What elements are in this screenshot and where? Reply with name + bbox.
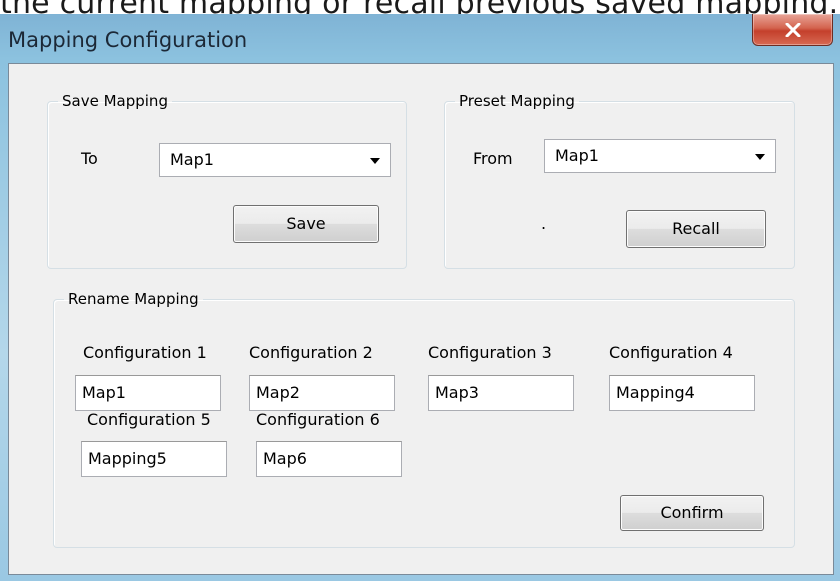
preset-from-selected-value: Map1 [555, 146, 599, 165]
chevron-down-icon [755, 154, 765, 160]
to-label: To [81, 149, 98, 168]
configuration-2-value: Map2 [256, 383, 300, 402]
configuration-4-value: Mapping4 [616, 383, 695, 402]
configuration-2-input[interactable]: Map2 [249, 375, 395, 411]
title-bar[interactable]: Mapping Configuration [0, 14, 840, 63]
close-button[interactable] [752, 14, 833, 46]
configuration-5-label: Configuration 5 [87, 410, 211, 429]
configuration-3-input[interactable]: Map3 [428, 375, 574, 411]
rename-mapping-legend: Rename Mapping [68, 290, 199, 308]
save-button[interactable]: Save [233, 205, 379, 243]
configuration-4-label: Configuration 4 [609, 343, 733, 362]
configuration-6-label: Configuration 6 [256, 410, 380, 429]
configuration-6-input[interactable]: Map6 [256, 441, 402, 477]
window-title: Mapping Configuration [8, 28, 248, 52]
mapping-config-window: Mapping Configuration Save Mapping To Ma… [0, 14, 840, 581]
close-x-icon [785, 22, 800, 37]
configuration-4-input[interactable]: Mapping4 [609, 375, 755, 411]
preset-mapping-legend: Preset Mapping [459, 92, 575, 110]
configuration-3-label: Configuration 3 [428, 343, 552, 362]
configuration-5-input[interactable]: Mapping5 [81, 441, 227, 477]
configuration-2-label: Configuration 2 [249, 343, 373, 362]
save-to-selected-value: Map1 [170, 150, 214, 169]
configuration-3-value: Map3 [435, 383, 479, 402]
from-label: From [473, 149, 513, 168]
chevron-down-icon [370, 158, 380, 164]
configuration-5-value: Mapping5 [88, 449, 167, 468]
configuration-1-input[interactable]: Map1 [75, 375, 221, 411]
dialog-client-area: Save Mapping To Map1 Save Preset Mapping… [8, 63, 834, 575]
configuration-6-value: Map6 [263, 449, 307, 468]
save-to-select[interactable]: Map1 [159, 143, 391, 177]
preset-from-select[interactable]: Map1 [544, 139, 776, 173]
configuration-1-value: Map1 [82, 383, 126, 402]
save-mapping-legend: Save Mapping [62, 92, 168, 110]
confirm-button[interactable]: Confirm [620, 495, 764, 531]
configuration-1-label: Configuration 1 [83, 343, 207, 362]
recall-button[interactable]: Recall [626, 210, 766, 248]
dot-label: . [541, 214, 547, 233]
